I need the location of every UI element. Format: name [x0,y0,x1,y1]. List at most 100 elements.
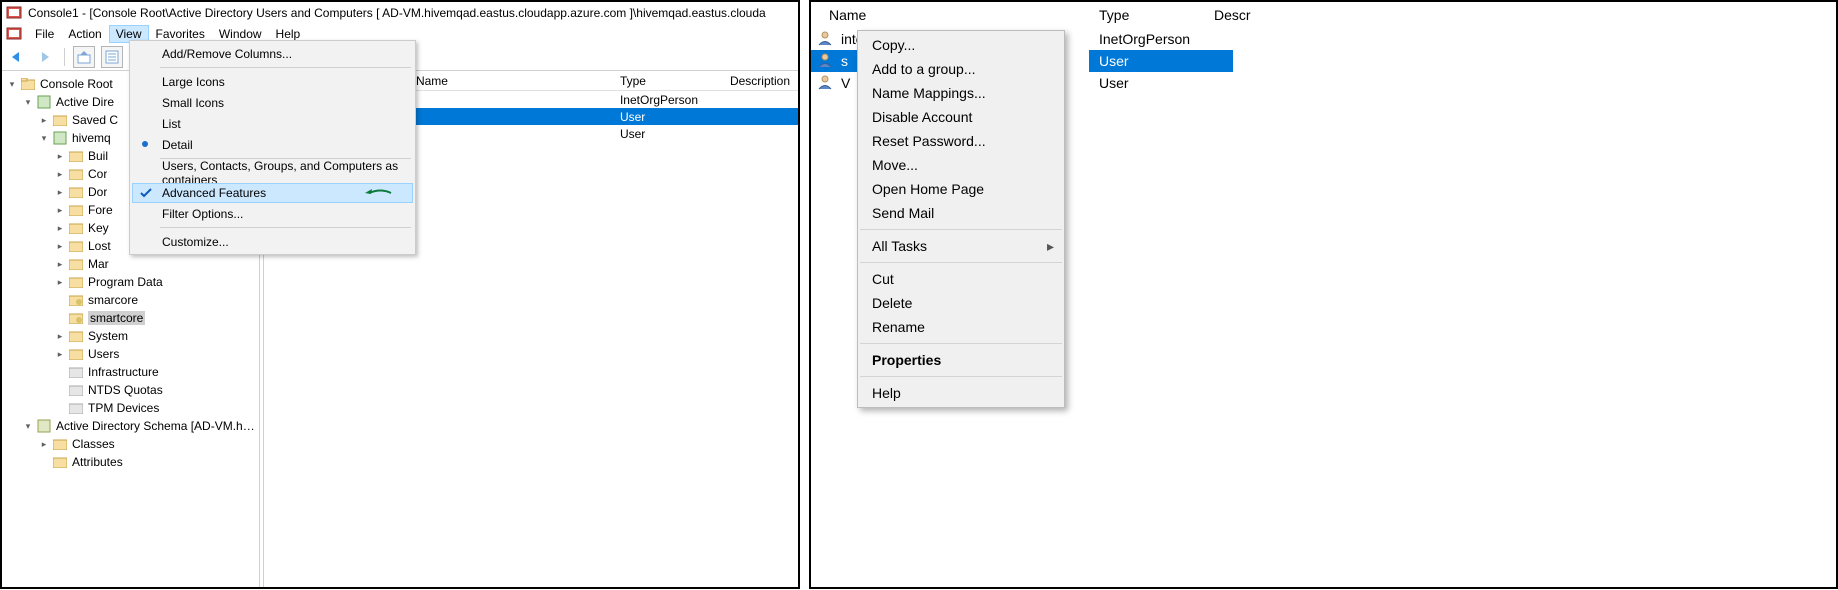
collapse-icon[interactable]: ▾ [6,78,18,90]
folder-icon [68,166,84,182]
tree-schema[interactable]: ▾ Active Directory Schema [AD-VM.hivemqa… [20,417,257,435]
menu-separator [160,227,411,228]
tree-program-data[interactable]: ▸ Program Data [52,273,257,291]
col-name[interactable]: Name [819,7,1089,23]
ctx-rename[interactable]: Rename [858,315,1064,339]
list-row[interactable]: User [408,125,798,142]
container-icon [68,400,84,416]
view-detail[interactable]: Detail [132,134,413,155]
mmc-window-view-menu: Console1 - [Console Root\Active Director… [0,0,800,589]
view-users-as-containers[interactable]: Users, Contacts, Groups, and Computers a… [132,162,413,183]
tree-infrastructure[interactable]: ▸Infrastructure [52,363,257,381]
ou-icon [68,292,84,308]
ctx-reset-password[interactable]: Reset Password... [858,129,1064,153]
expand-icon[interactable]: ▸ [54,348,66,360]
tree-label: Classes [72,437,115,451]
expand-icon[interactable]: ▸ [54,222,66,234]
ctx-send-mail[interactable]: Send Mail [858,201,1064,225]
tree-label: Infrastructure [88,365,159,379]
app-icon [6,26,22,42]
annotation-arrow-icon [363,186,393,200]
folder-icon [68,328,84,344]
view-list[interactable]: List [132,113,413,134]
col-type[interactable]: Type [1089,7,1204,23]
mmc-window-context-menu: Name Type Descr InetOrgPerson User User … [809,0,1838,589]
expand-icon[interactable]: ▸ [38,438,50,450]
col-description[interactable]: Description [722,74,798,88]
properties-button[interactable] [101,46,123,68]
col-description[interactable]: Descr [1204,7,1836,23]
ou-icon [68,310,84,326]
ctx-all-tasks-label: All Tasks [872,238,927,254]
tree-label: NTDS Quotas [88,383,163,397]
folder-icon [68,256,84,272]
view-add-remove-columns[interactable]: Add/Remove Columns... [132,43,413,64]
expand-icon[interactable]: ▸ [54,168,66,180]
up-button[interactable] [73,46,95,68]
collapse-icon[interactable]: ▾ [22,420,34,432]
tree-label: System [88,329,128,343]
window-title: Console1 - [Console Root\Active Director… [28,6,766,20]
tree-ntds[interactable]: ▸NTDS Quotas [52,381,257,399]
ctx-help[interactable]: Help [858,381,1064,405]
tree-label: Program Data [88,275,163,289]
ctx-properties[interactable]: Properties [858,348,1064,372]
expand-icon[interactable]: ▸ [54,240,66,252]
folder-icon [68,274,84,290]
menu-file[interactable]: File [28,25,61,43]
tree-attributes[interactable]: ▸Attributes [36,453,257,471]
tree-label: Users [88,347,119,361]
expand-icon[interactable]: ▸ [54,258,66,270]
tree-label: Console Root [40,77,113,91]
ctx-name-mappings[interactable]: Name Mappings... [858,81,1064,105]
list-row[interactable]: User [408,108,798,125]
ctx-delete[interactable]: Delete [858,291,1064,315]
ctx-disable-account[interactable]: Disable Account [858,105,1064,129]
tree-smarcore[interactable]: ▸smarcore [52,291,257,309]
ctx-open-home-page[interactable]: Open Home Page [858,177,1064,201]
expand-icon[interactable]: ▸ [54,186,66,198]
ctx-move[interactable]: Move... [858,153,1064,177]
folder-icon [52,112,68,128]
list-row[interactable]: InetOrgPerson [408,91,798,108]
collapse-icon[interactable]: ▾ [38,132,50,144]
tree-classes[interactable]: ▸ Classes [36,435,257,453]
expand-icon[interactable]: ▸ [38,114,50,126]
menu-separator [860,376,1062,377]
user-icon [817,30,835,48]
nav-forward-button[interactable] [34,46,56,68]
col-type[interactable]: Type [612,74,722,88]
ctx-cut[interactable]: Cut [858,267,1064,291]
ctx-add-to-group[interactable]: Add to a group... [858,57,1064,81]
menu-action[interactable]: Action [61,25,108,43]
tree-label: TPM Devices [88,401,159,415]
expand-icon[interactable]: ▸ [54,150,66,162]
expand-icon[interactable]: ▸ [54,276,66,288]
ctx-copy[interactable]: Copy... [858,33,1064,57]
list-header: Name Type Description [408,71,798,91]
nav-back-button[interactable] [6,46,28,68]
view-large-icons[interactable]: Large Icons [132,71,413,92]
tree-label: Saved C [72,113,118,127]
expand-icon[interactable]: ▸ [54,204,66,216]
col-name[interactable]: Name [408,74,612,88]
ctx-all-tasks[interactable]: All Tasks ▸ [858,234,1064,258]
tree-label: Active Directory Schema [AD-VM.hivemqad.… [56,419,257,433]
row-type: User [612,110,722,124]
expand-icon[interactable]: ▸ [54,330,66,342]
container-icon [68,382,84,398]
view-advanced-features[interactable]: Advanced Features [132,183,413,203]
tree-users[interactable]: ▸ Users [52,345,257,363]
view-filter-options[interactable]: Filter Options... [132,203,413,224]
tree-tpm[interactable]: ▸TPM Devices [52,399,257,417]
tree-label: Fore [88,203,113,217]
folder-icon [68,238,84,254]
tree-system[interactable]: ▸ System [52,327,257,345]
tree-smartcore[interactable]: ▸smartcore [52,309,257,327]
tree-managed[interactable]: ▸Mar [52,255,257,273]
collapse-icon[interactable]: ▾ [22,96,34,108]
view-detail-label: Detail [162,138,193,152]
view-customize[interactable]: Customize... [132,231,413,252]
view-small-icons[interactable]: Small Icons [132,92,413,113]
container-icon [68,364,84,380]
